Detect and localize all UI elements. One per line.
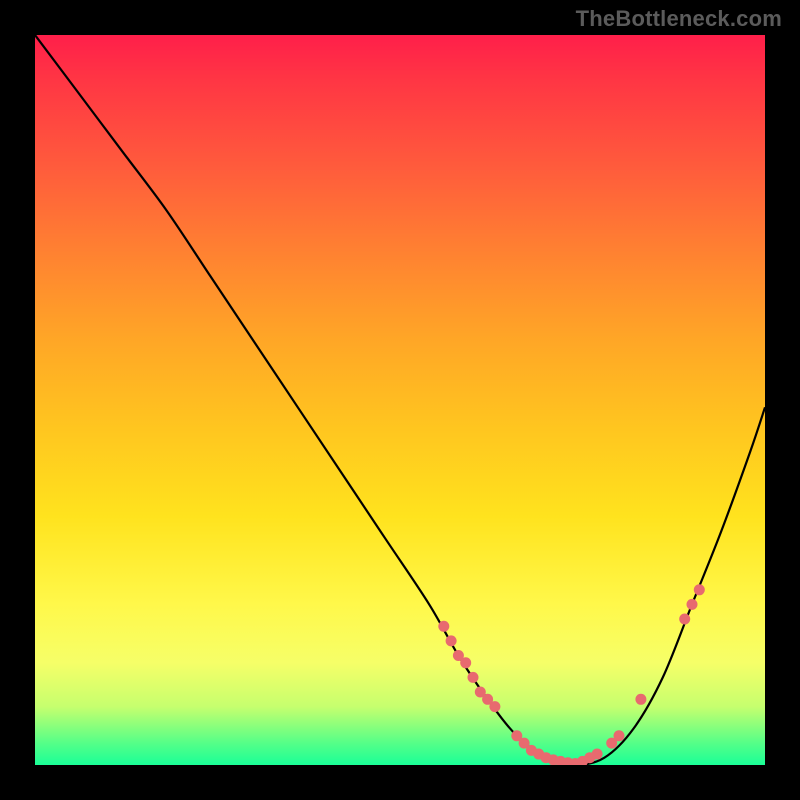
watermark-text: TheBottleneck.com bbox=[576, 6, 782, 32]
marker-dot bbox=[446, 635, 457, 646]
bottleneck-curve bbox=[35, 35, 765, 765]
marker-dot bbox=[592, 749, 603, 760]
curve-svg bbox=[35, 35, 765, 765]
marker-dot bbox=[468, 672, 479, 683]
marker-dot bbox=[438, 621, 449, 632]
marker-dot bbox=[694, 584, 705, 595]
marker-dot bbox=[635, 694, 646, 705]
marker-dot bbox=[460, 657, 471, 668]
marker-dot bbox=[489, 701, 500, 712]
marker-dot bbox=[679, 614, 690, 625]
marker-dot bbox=[614, 730, 625, 741]
chart-frame: TheBottleneck.com bbox=[0, 0, 800, 800]
marker-dot bbox=[687, 599, 698, 610]
